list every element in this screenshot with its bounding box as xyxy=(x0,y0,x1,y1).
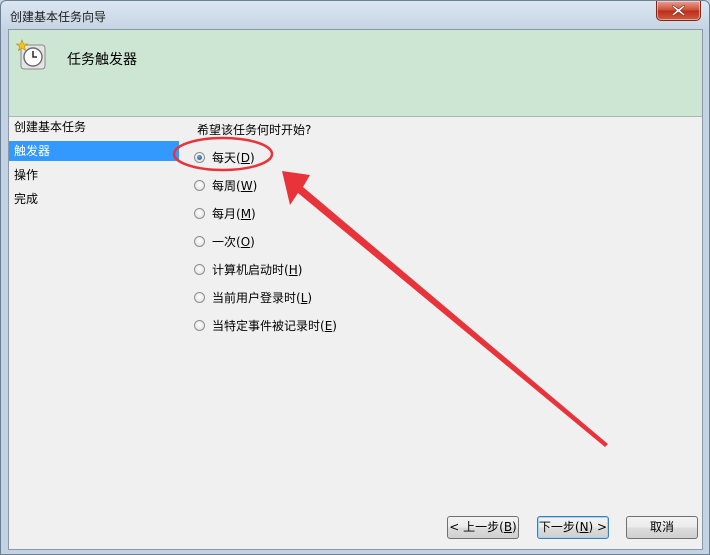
close-icon xyxy=(672,5,685,16)
step-finish[interactable]: 完成 xyxy=(9,189,179,209)
radio-label[interactable]: 每天(D) xyxy=(212,149,255,167)
step-action[interactable]: 操作 xyxy=(9,165,179,185)
step-trigger[interactable]: 触发器 xyxy=(9,141,179,161)
start-question-label: 希望该任务何时开始? xyxy=(197,123,312,137)
radio-label[interactable]: 当特定事件被记录时(E) xyxy=(212,317,337,335)
radio-button[interactable] xyxy=(194,180,205,191)
title-bar[interactable]: 创建基本任务向导 xyxy=(1,1,709,29)
radio-button[interactable] xyxy=(194,292,205,303)
radio-button[interactable] xyxy=(194,208,205,219)
wizard-client-area: 任务触发器 创建基本任务 触发器 操作 完成 希望该任务何时开始? 每天(D) … xyxy=(8,29,703,550)
task-scheduler-clock-icon xyxy=(16,39,46,70)
wizard-steps-sidebar: 创建基本任务 触发器 操作 完成 xyxy=(9,117,186,549)
cancel-button[interactable]: 取消 xyxy=(626,516,698,539)
header-band: 任务触发器 xyxy=(9,30,702,117)
radio-button[interactable] xyxy=(194,264,205,275)
radio-label[interactable]: 计算机启动时(H) xyxy=(212,261,302,279)
close-button[interactable] xyxy=(656,1,701,21)
radio-label[interactable]: 一次(O) xyxy=(212,233,255,251)
page-heading: 任务触发器 xyxy=(67,52,137,68)
radio-button[interactable] xyxy=(194,320,205,331)
radio-label[interactable]: 每周(W) xyxy=(212,177,257,195)
radio-label[interactable]: 当前用户登录时(L) xyxy=(212,289,312,307)
step-create-basic-task[interactable]: 创建基本任务 xyxy=(9,117,179,137)
wizard-window: 创建基本任务向导 任务触发器 创建基本任务 触发器 操作 完成 希望该任务何时开… xyxy=(0,0,710,555)
radio-button[interactable] xyxy=(194,152,205,163)
window-title: 创建基本任务向导 xyxy=(10,10,107,24)
back-button[interactable]: < 上一步(B) xyxy=(447,516,519,539)
radio-button[interactable] xyxy=(194,236,205,247)
next-button[interactable]: 下一步(N) > xyxy=(537,516,609,539)
radio-label[interactable]: 每月(M) xyxy=(212,205,256,223)
